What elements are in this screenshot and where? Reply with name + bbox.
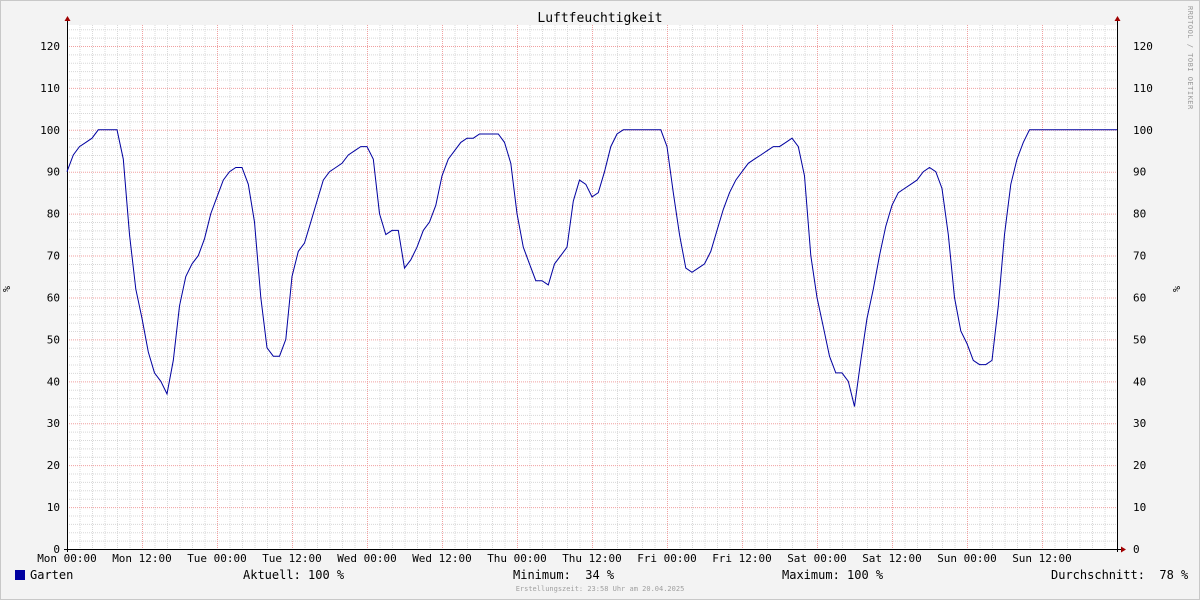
y-tick-label-left: 80 <box>47 208 60 221</box>
y-tick-label-right: 50 <box>1133 333 1146 346</box>
chart-svg: 0 010 1020 2030 3040 4050 5060 6070 7080 8090 9010… <box>2 16 1183 565</box>
y-tick-label-left: 70 <box>47 250 60 263</box>
legend-minimum: Minimum: 34 % <box>513 568 615 582</box>
y-axis-label-right: % <box>1172 286 1183 292</box>
y-tick-label-right: 100 <box>1133 124 1153 137</box>
x-tick-label: Sun 00:00 <box>937 552 997 565</box>
x-tick-label: Thu 12:00 <box>562 552 622 565</box>
y-tick-label-left: 40 <box>47 375 60 388</box>
y-tick-label-right: 40 <box>1133 375 1146 388</box>
legend-swatch <box>15 570 25 580</box>
legend-aktuell: Aktuell: 100 % <box>243 568 345 582</box>
y-tick-label-left: 100 <box>40 124 60 137</box>
y-tick-label-right: 120 <box>1133 40 1153 53</box>
x-tick-label: Tue 00:00 <box>187 552 247 565</box>
y-tick-label-left: 30 <box>47 417 60 430</box>
legend-maximum: Maximum: 100 % <box>782 568 884 582</box>
y-tick-label-left: 110 <box>40 82 60 95</box>
watermark: RRDTOOL / TOBI OETIKER <box>1186 6 1194 110</box>
y-tick-label-right: 60 <box>1133 291 1146 304</box>
x-tick-label: Wed 12:00 <box>412 552 472 565</box>
x-tick-label: Mon 12:00 <box>112 552 172 565</box>
x-tick-label: Sun 12:00 <box>1012 552 1072 565</box>
y-tick-label-right: 70 <box>1133 250 1146 263</box>
y-tick-label-right: 0 <box>1133 543 1140 556</box>
y-tick-label-right: 20 <box>1133 459 1146 472</box>
x-tick-label: Sat 12:00 <box>862 552 922 565</box>
y-tick-label-right: 90 <box>1133 166 1146 179</box>
y-tick-label-right: 30 <box>1133 417 1146 430</box>
y-tick-label-right: 110 <box>1133 82 1153 95</box>
legend-durchschnitt: Durchschnitt: 78 % <box>1051 568 1189 582</box>
y-tick-label-right: 80 <box>1133 208 1146 221</box>
x-tick-label: Fri 12:00 <box>712 552 772 565</box>
y-tick-label-left: 10 <box>47 501 60 514</box>
x-tick-label: Thu 00:00 <box>487 552 547 565</box>
y-tick-label-left: 120 <box>40 40 60 53</box>
x-tick-label: Fri 00:00 <box>637 552 697 565</box>
x-tick-label: Tue 12:00 <box>262 552 322 565</box>
y-tick-label-left: 50 <box>47 333 60 346</box>
y-tick-label-left: 60 <box>47 291 60 304</box>
y-tick-label-left: 20 <box>47 459 60 472</box>
x-axis-arrow <box>1121 546 1126 553</box>
legend-series-name: Garten <box>30 568 74 582</box>
y-tick-label-right: 10 <box>1133 501 1146 514</box>
footer-timestamp: Erstellungszeit: 23:58 Uhr am 20.04.2025 <box>515 585 685 593</box>
x-tick-label: Sat 00:00 <box>787 552 847 565</box>
x-tick-label: Wed 00:00 <box>337 552 397 565</box>
x-tick-label: Mon 00:00 <box>37 552 97 565</box>
y-tick-label-left: 90 <box>47 166 60 179</box>
y-axis-label-left: % <box>2 286 13 292</box>
chart-title: Luftfeuchtigkeit <box>537 11 663 26</box>
